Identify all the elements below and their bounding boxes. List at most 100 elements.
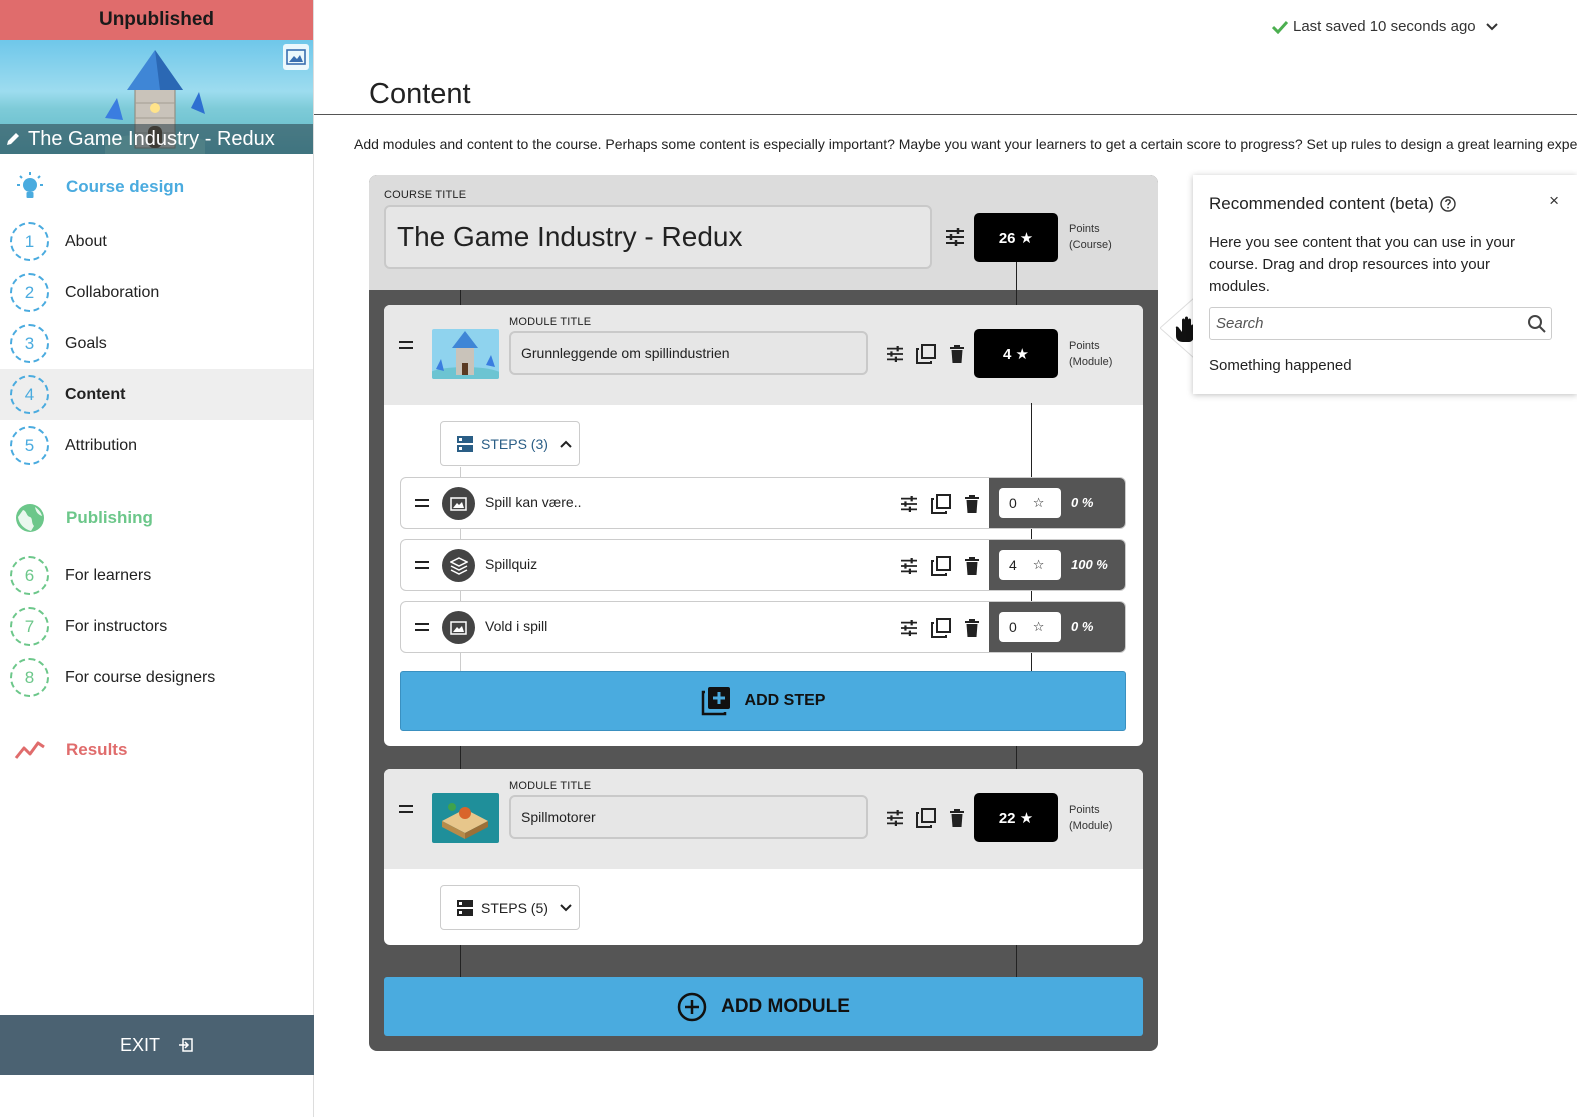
step-points-input[interactable]: 0 ☆ [999, 488, 1061, 518]
sidebar-item-for-learners[interactable]: 6 For learners [0, 550, 313, 601]
module-title-input[interactable]: Spillmotorer [509, 795, 868, 839]
save-status[interactable]: Last saved 10 seconds ago [1272, 18, 1498, 35]
sliders-icon [901, 496, 917, 512]
drag-handle-icon[interactable] [415, 499, 429, 507]
intro-text: Add modules and content to the course. P… [354, 136, 1577, 152]
module-points-badge[interactable]: 22 ★ [974, 793, 1058, 842]
step-percent: 100 % [1071, 557, 1108, 572]
sidebar-item-label: For course designers [65, 668, 216, 686]
sliders-icon [887, 810, 903, 826]
sidebar-item-attribution[interactable]: 5 Attribution [0, 420, 313, 471]
step-number: 7 [10, 607, 49, 646]
drag-handle-icon[interactable] [399, 341, 413, 349]
step-points-value: 4 [1009, 557, 1017, 573]
sidebar-course-title: The Game Industry - Redux [28, 127, 275, 150]
search-icon[interactable] [1527, 314, 1547, 334]
duplicate-step-button[interactable] [930, 555, 952, 577]
steps-list-icon [457, 435, 473, 452]
step-title: Vold i spill [485, 618, 548, 634]
trash-icon [965, 557, 979, 575]
step-score-panel: 4 ☆ 100 % [989, 540, 1125, 590]
course-title-input[interactable]: The Game Industry - Redux [384, 205, 932, 269]
step-settings-button[interactable] [898, 493, 920, 515]
steps-toggle[interactable]: STEPS (5) [440, 885, 580, 930]
sliders-icon [901, 558, 917, 574]
module-points-badge[interactable]: 4 ★ [974, 329, 1058, 378]
step-number: 1 [10, 222, 49, 261]
connector-line [460, 467, 461, 477]
sidebar-item-for-course-designers[interactable]: 8 For course designers [0, 652, 313, 703]
image-icon [442, 487, 475, 520]
help-icon[interactable] [1440, 196, 1456, 212]
sidebar: Unpublished The Game Industry - Redux Co… [0, 0, 314, 1117]
step-settings-button[interactable] [898, 617, 920, 639]
copy-icon [931, 618, 951, 638]
step-title: Spill kan være.. [485, 494, 582, 510]
lightbulb-icon [17, 172, 43, 198]
recommended-title: Recommended content (beta) [1209, 194, 1456, 214]
delete-module-button[interactable] [946, 807, 968, 829]
layers-icon [442, 549, 475, 582]
duplicate-step-button[interactable] [930, 493, 952, 515]
step-percent: 0 % [1071, 619, 1094, 634]
module-settings-button[interactable] [884, 807, 906, 829]
publishing-section[interactable]: Publishing [0, 493, 313, 543]
sidebar-item-goals[interactable]: 3 Goals [0, 318, 313, 369]
steps-toggle-label: STEPS (5) [481, 899, 548, 916]
add-step-button[interactable]: ADD STEP [400, 671, 1126, 731]
course-settings-button[interactable] [944, 226, 966, 248]
drag-handle-icon[interactable] [399, 805, 413, 813]
module-title-input[interactable]: Grunnleggende om spillindustrien [509, 331, 868, 375]
star-icon: ☆ [1032, 557, 1045, 572]
exit-label: EXIT [119, 1034, 160, 1055]
close-icon[interactable]: × [1549, 191, 1559, 211]
sidebar-item-label: For learners [65, 566, 152, 584]
step-settings-button[interactable] [898, 555, 920, 577]
module-thumbnail[interactable] [432, 329, 499, 379]
duplicate-step-button[interactable] [930, 617, 952, 639]
step-points-input[interactable]: 0 ☆ [999, 612, 1061, 642]
sidebar-item-content[interactable]: 4 Content [0, 369, 313, 420]
sidebar-item-for-instructors[interactable]: 7 For instructors [0, 601, 313, 652]
step-row[interactable]: Vold i spill 0 ☆ 0 % [400, 601, 1126, 653]
delete-module-button[interactable] [946, 343, 968, 365]
delete-step-button[interactable] [961, 493, 983, 515]
steps-list-icon [457, 899, 473, 916]
course-header: COURSE TITLE The Game Industry - Redux 2… [369, 175, 1158, 290]
step-row[interactable]: Spillquiz 4 ☆ 100 % [400, 539, 1126, 591]
steps-toggle[interactable]: STEPS (3) [440, 421, 580, 466]
trash-icon [950, 345, 964, 363]
duplicate-module-button[interactable] [915, 807, 937, 829]
module-settings-button[interactable] [884, 343, 906, 365]
sidebar-item-collaboration[interactable]: 2 Collaboration [0, 267, 313, 318]
points-caption-line: Points [1069, 340, 1100, 352]
step-points-value: 0 [1009, 495, 1017, 511]
connector-line [460, 290, 461, 305]
sidebar-item-about[interactable]: 1 About [0, 216, 313, 267]
duplicate-module-button[interactable] [915, 343, 937, 365]
points-caption-line: Points [1069, 223, 1100, 235]
drag-handle-icon[interactable] [415, 561, 429, 569]
sliders-icon [887, 346, 903, 362]
course-title-bar[interactable]: The Game Industry - Redux [0, 124, 313, 154]
results-section[interactable]: Results [0, 725, 313, 775]
recommended-title-text: Recommended content (beta) [1209, 194, 1434, 213]
drag-handle-icon[interactable] [415, 623, 429, 631]
delete-step-button[interactable] [961, 555, 983, 577]
add-module-label: ADD MODULE [721, 995, 850, 1017]
connector-line [460, 746, 461, 769]
step-points-input[interactable]: 4 ☆ [999, 550, 1061, 580]
change-image-button[interactable] [283, 44, 309, 70]
exit-button[interactable]: EXIT [0, 1015, 314, 1075]
add-step-icon [701, 687, 730, 716]
step-row[interactable]: Spill kan være.. 0 ☆ 0 % [400, 477, 1126, 529]
connector-line [460, 653, 461, 671]
module-thumbnail[interactable] [432, 793, 499, 843]
delete-step-button[interactable] [961, 617, 983, 639]
course-design-section[interactable]: Course design [0, 162, 313, 212]
trash-icon [965, 495, 979, 513]
module-points-caption: Points (Module) [1069, 802, 1112, 834]
recommended-search-input[interactable]: Search [1209, 307, 1552, 340]
add-module-button[interactable]: ADD MODULE [384, 977, 1143, 1036]
course-points-badge[interactable]: 26 ★ [974, 213, 1058, 262]
